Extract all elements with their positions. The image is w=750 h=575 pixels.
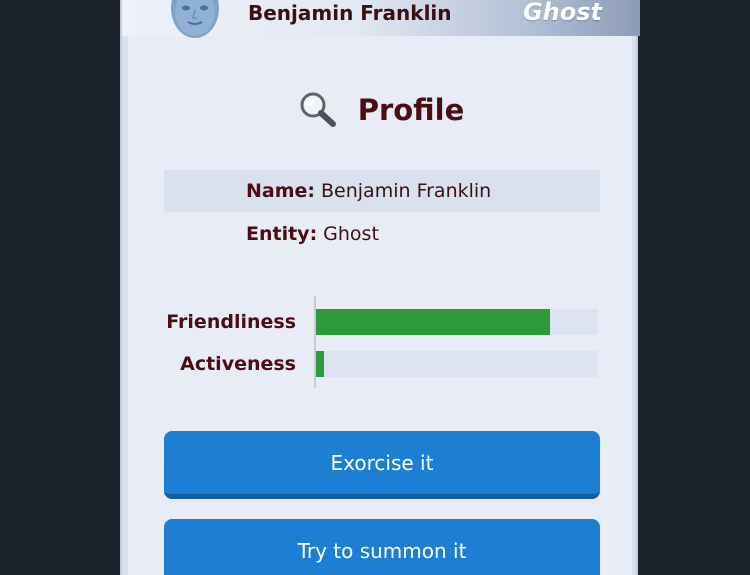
friendliness-bar (316, 309, 598, 335)
friendliness-bar-fill (316, 309, 551, 335)
name-label: Name: (246, 180, 316, 202)
activeness-bar (316, 351, 598, 377)
name-value: Benjamin Franklin (321, 180, 492, 202)
name-row: Name: Benjamin Franklin (164, 170, 600, 212)
activeness-label: Activeness (180, 353, 296, 375)
magnifying-glass-icon (300, 92, 336, 127)
friendliness-label: Friendliness (166, 311, 296, 333)
page-title: Profile (357, 93, 465, 127)
entity-label: Entity: (246, 223, 318, 245)
profile-panel: Benjamin Franklin Ghost Profile Name: Be… (120, 0, 640, 575)
entity-value: Ghost (323, 223, 379, 245)
profile-title-row: Profile (122, 88, 640, 132)
entity-row: Entity: Ghost (164, 213, 600, 255)
summon-button[interactable]: Try to summon it (164, 519, 600, 575)
profile-header: Benjamin Franklin Ghost (122, 0, 640, 38)
exorcise-button[interactable]: Exorcise it (164, 431, 600, 499)
header-entity-type: Ghost (522, 0, 602, 26)
activeness-bar-fill (316, 351, 325, 377)
ghost-avatar-icon (171, 0, 219, 38)
header-character-name: Benjamin Franklin (248, 1, 452, 25)
